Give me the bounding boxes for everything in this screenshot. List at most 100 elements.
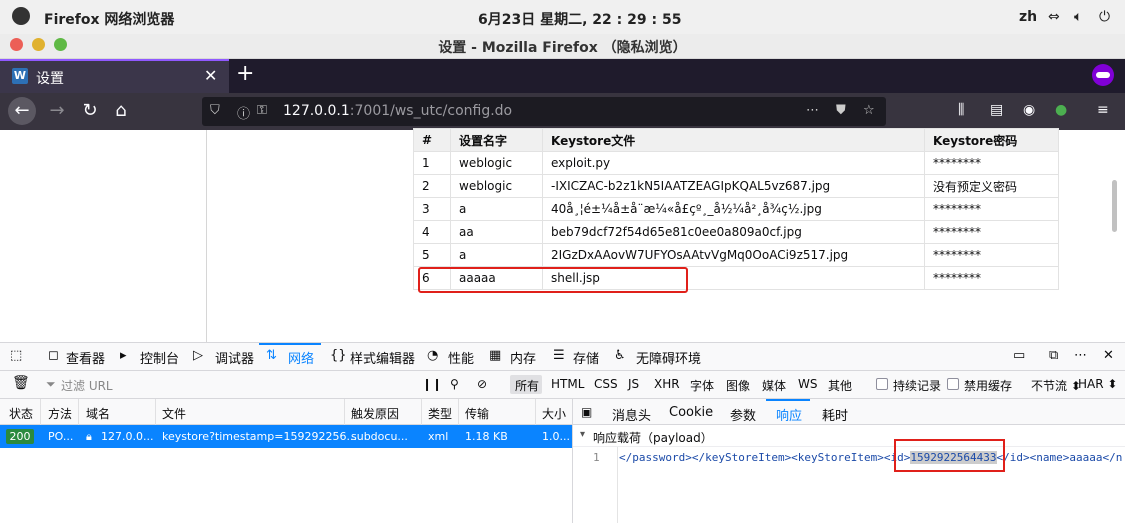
tab-headers[interactable]: 消息头 (612, 405, 651, 424)
persist-logs-checkbox[interactable] (876, 378, 888, 390)
request-type: xml (428, 430, 449, 443)
back-button[interactable]: ← (8, 97, 36, 125)
column-status[interactable]: 状态 (9, 405, 33, 422)
search-icon[interactable]: ⚲ (450, 377, 459, 391)
har-menu[interactable]: HAR ⬍ (1078, 377, 1117, 391)
column-domain[interactable]: 域名 (86, 405, 110, 422)
column-divider[interactable] (458, 399, 459, 425)
responsive-design-icon[interactable]: ▭ (1013, 348, 1025, 363)
page-actions-icon[interactable]: ⋯ (806, 103, 819, 118)
dock-icon[interactable]: ⧉ (1049, 348, 1058, 363)
filter-html[interactable]: HTML (551, 377, 584, 391)
column-transferred[interactable]: 传输 (465, 405, 489, 422)
network-icon[interactable]: ⇔ (1048, 9, 1060, 25)
table-cell: 40å¸¦é±¼å±å¨æ¼«å£çº¸_å½¼å²¸å¾ç½.jpg (542, 197, 925, 221)
filter-images[interactable]: 图像 (726, 377, 750, 394)
response-payload-section[interactable]: ▾ 响应载荷（payload） (573, 425, 1125, 447)
table-cell: weblogic (450, 174, 543, 198)
column-divider[interactable] (535, 399, 536, 425)
filter-css[interactable]: CSS (594, 377, 618, 391)
table-row[interactable]: 3 a 40å¸¦é±¼å±å¨æ¼«å£çº¸_å½¼å²¸å¾ç½.jpg ***… (413, 197, 1059, 221)
system-clock[interactable]: 6月23日 星期二, 22 : 29 : 55 (478, 9, 681, 29)
filter-all[interactable]: 所有 (515, 377, 539, 394)
table-row[interactable]: 4 aa beb79dcf72f54d65e81c0ee0a809a0cf.jpg *… (413, 220, 1059, 244)
tab-response[interactable]: 响应 (776, 405, 802, 424)
apple-icon[interactable] (12, 7, 30, 25)
weblogic-favicon-icon: W (12, 68, 28, 84)
column-divider[interactable] (421, 399, 422, 425)
accessibility-icon: ♿︎ (614, 348, 626, 363)
bookmark-star-icon[interactable]: ☆ (863, 103, 875, 118)
column-size[interactable]: 大小 (542, 405, 566, 422)
table-row[interactable]: 5 a 2IGzDxAAovW7UFYOsAAtvVgMq0OoACi9z517.j… (413, 243, 1059, 267)
tab-timings[interactable]: 耗时 (822, 405, 848, 424)
close-devtools-icon[interactable]: ✕ (1103, 348, 1114, 363)
filter-media[interactable]: 媒体 (762, 377, 786, 394)
tab-storage[interactable]: 存储 (573, 348, 599, 367)
home-button[interactable]: ⌂ (107, 97, 135, 125)
tab-network[interactable]: 网络 (288, 348, 314, 367)
menu-icon[interactable]: ≡ (1097, 102, 1109, 118)
request-method: PO... (48, 430, 74, 443)
tab-performance[interactable]: 性能 (448, 348, 474, 367)
table-row[interactable]: 2 weblogic -IXICZAC-b2z1kN5IAATZEAGIpKQAL5… (413, 174, 1059, 198)
column-divider[interactable] (78, 399, 79, 425)
filter-fonts[interactable]: 字体 (690, 377, 714, 394)
payload-label: 响应载荷（payload） (593, 431, 713, 445)
column-cause[interactable]: 触发原因 (351, 405, 399, 422)
new-tab-button[interactable]: + (236, 61, 254, 86)
url-text[interactable]: 127.0.0.1:7001/ws_utc/config.do (283, 103, 512, 119)
tab-cookies[interactable]: Cookie (669, 405, 713, 420)
tab-params[interactable]: 参数 (730, 405, 756, 424)
column-file[interactable]: 文件 (162, 405, 186, 422)
reload-button[interactable]: ↻ (76, 97, 104, 125)
sidebar-icon[interactable]: ▤ (990, 102, 1003, 118)
extension-green-icon[interactable]: ● (1055, 102, 1067, 118)
filter-other[interactable]: 其他 (828, 377, 852, 394)
filter-js[interactable]: JS (628, 377, 639, 391)
toggle-sidebar-icon[interactable]: ▣ (581, 405, 592, 419)
info-icon[interactable]: ⓘ (237, 103, 250, 122)
tab-style-editor[interactable]: 样式编辑器 (350, 348, 415, 367)
column-divider[interactable] (155, 399, 156, 425)
throttling-select[interactable]: 不节流 ⬍ (1031, 377, 1081, 394)
request-row-selected[interactable]: 200 PO... 🔒︎ 127.0.0... keystore?timesta… (0, 425, 572, 448)
extension-icon[interactable]: ◉ (1023, 102, 1035, 118)
column-method[interactable]: 方法 (48, 405, 72, 422)
disable-cache-checkbox[interactable] (947, 378, 959, 390)
table-cell: 4 (413, 220, 451, 244)
tab-debugger[interactable]: 调试器 (215, 348, 254, 367)
tab-settings[interactable]: W 设置 ✕ (0, 59, 229, 93)
power-icon[interactable]: ⏻ (1099, 9, 1110, 25)
response-code-view[interactable]: 1 </password></keyStoreItem><keyStoreIte… (573, 447, 1125, 523)
column-divider[interactable] (40, 399, 41, 425)
volume-icon[interactable]: 🔈︎ (1074, 9, 1082, 25)
trash-icon[interactable]: 🗑︎ (12, 375, 30, 391)
key-icon[interactable]: ⚿ (257, 103, 267, 118)
shield-icon[interactable]: ⛉ (210, 103, 220, 118)
input-method-indicator[interactable]: zh (1019, 9, 1037, 25)
url-bar[interactable]: ⛉ ⓘ ⚿ 127.0.0.1:7001/ws_utc/config.do ⋯ … (202, 97, 886, 126)
column-divider[interactable] (344, 399, 345, 425)
forward-button[interactable]: → (43, 97, 71, 125)
collapse-chevron-icon[interactable]: ▾ (580, 429, 585, 440)
more-options-icon[interactable]: ⋯ (1074, 348, 1087, 363)
tab-inspector[interactable]: 查看器 (66, 348, 105, 367)
filter-ws[interactable]: WS (798, 377, 817, 391)
filter-url-input[interactable]: 过滤 URL (61, 377, 113, 394)
tab-console[interactable]: 控制台 (140, 348, 179, 367)
pocket-icon[interactable]: ⛊ (836, 103, 846, 118)
close-tab-icon[interactable]: ✕ (204, 66, 217, 85)
column-type[interactable]: 类型 (428, 405, 452, 422)
tab-accessibility[interactable]: 无障碍环境 (636, 348, 701, 367)
pause-icon[interactable]: ❙❙ (422, 377, 442, 391)
active-app-name[interactable]: Firefox 网络浏览器 (44, 9, 174, 29)
table-row[interactable]: 1 weblogic exploit.py ******** (413, 151, 1059, 175)
system-top-bar: Firefox 网络浏览器 6月23日 星期二, 22 : 29 : 55 zh… (0, 0, 1125, 34)
tab-memory[interactable]: 内存 (510, 348, 536, 367)
library-icon[interactable]: ⫼ (958, 102, 964, 118)
filter-xhr[interactable]: XHR (654, 377, 680, 391)
block-icon[interactable]: ⊘ (477, 377, 487, 391)
element-picker-icon[interactable]: ⬚ (10, 348, 22, 363)
page-scrollbar[interactable] (1112, 180, 1117, 232)
